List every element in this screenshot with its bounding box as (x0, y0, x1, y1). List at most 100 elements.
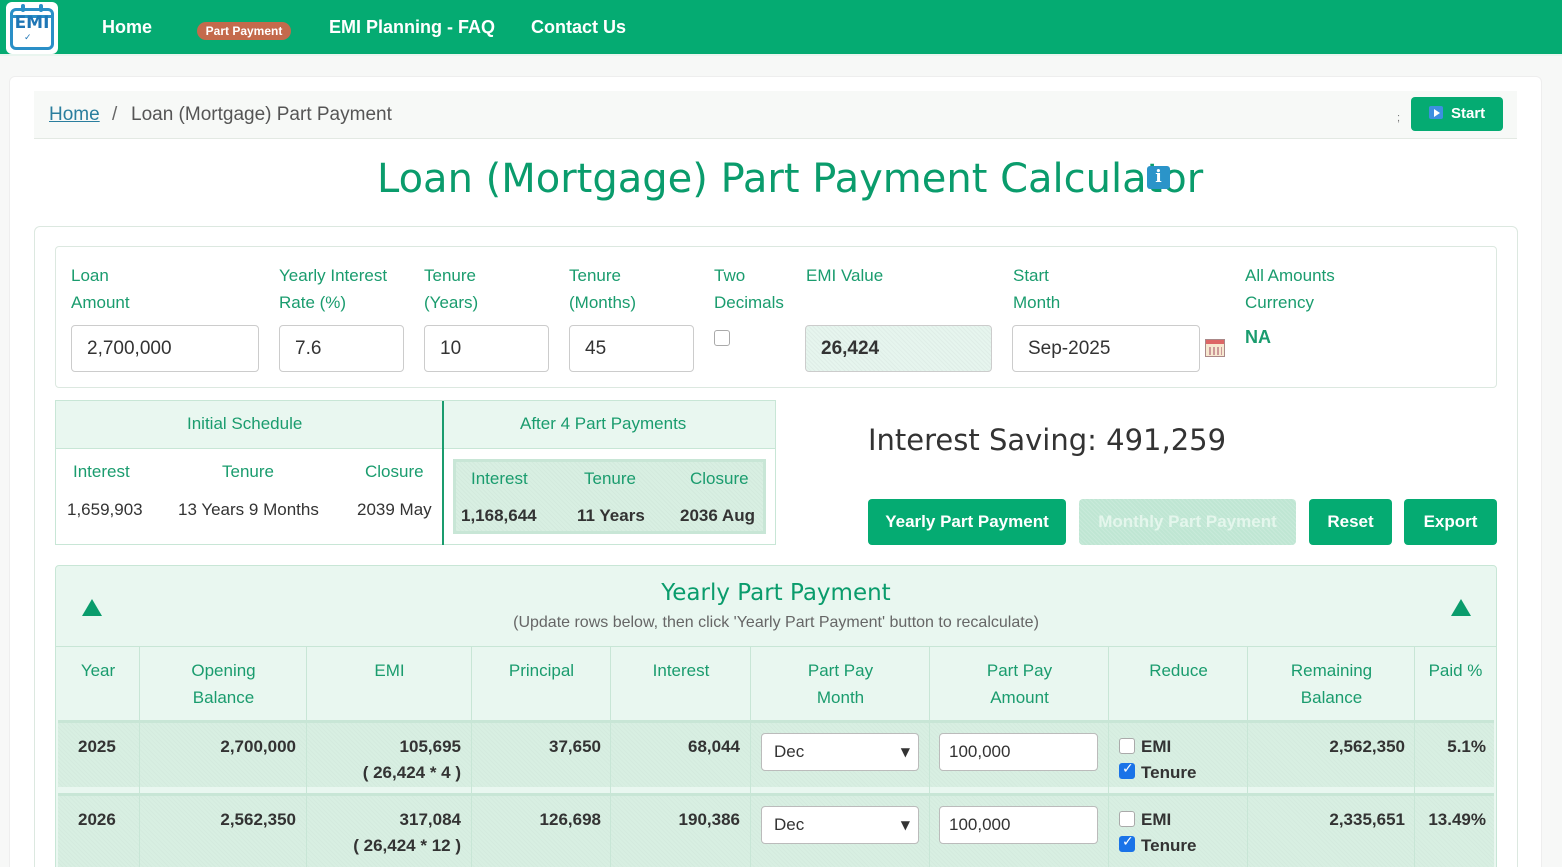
currency-label-1: All Amounts (1245, 266, 1335, 285)
breadcrumb-current: Loan (Mortgage) Part Payment (131, 104, 392, 125)
reset-button[interactable]: Reset (1309, 499, 1392, 545)
column-divider (1247, 646, 1248, 867)
export-button[interactable]: Export (1404, 499, 1497, 545)
rate-label-2: Rate (%) (279, 293, 347, 312)
row1-paid: 5.1% (1447, 737, 1486, 756)
after-tenure-value: 11 Years (577, 506, 645, 525)
interest-saving: Interest Saving: 491,259 (868, 423, 1227, 457)
loan-amount-label-1: Loan (71, 266, 109, 285)
tenure-months-input[interactable]: 45 (569, 325, 694, 372)
column-divider (1108, 646, 1109, 867)
nav-contact[interactable]: Contact Us (531, 17, 626, 38)
tenure-months-label-1: Tenure (569, 266, 621, 285)
two-decimals-label-2: Decimals (714, 293, 784, 312)
schedule-divider (442, 401, 444, 545)
breadcrumb-home-link[interactable]: Home (49, 104, 100, 126)
chevron-down-icon: ▼ (900, 745, 910, 759)
row1-part-pay-month-select[interactable]: Dec ▼ (761, 733, 919, 771)
after-tenure-label: Tenure (584, 469, 636, 488)
column-divider (929, 646, 930, 867)
yearly-table-title: Yearly Part Payment (661, 580, 891, 606)
initial-interest-label: Interest (73, 462, 130, 481)
loan-amount-label-2: Amount (71, 293, 130, 312)
tenure-months-label-2: (Months) (569, 293, 637, 312)
nav-part-payment[interactable]: Part Payment (197, 22, 291, 40)
row2-emi: 317,084 (399, 810, 461, 829)
after-closure-label: Closure (690, 469, 749, 488)
header-part-pay-amount: Part Pay Amount (986, 661, 1053, 707)
top-nav: EMI ✓ Home Part Payment EMI Planning - F… (0, 0, 1562, 56)
header-paid-percent: Paid % (1428, 661, 1483, 680)
row2-remaining: 2,335,651 (1329, 810, 1405, 829)
monthly-part-payment-button[interactable]: Monthly Part Payment (1079, 499, 1296, 545)
header-interest: Interest (652, 661, 710, 680)
header-remaining-balance: Remaining Balance (1290, 661, 1373, 707)
row2-opening: 2,562,350 (220, 810, 296, 829)
row1-reduce-emi-label: EMI (1141, 737, 1172, 756)
after-closure-value: 2036 Aug (680, 506, 755, 525)
header-part-pay-month: Part Pay Month (807, 661, 874, 707)
after-interest-value: 1,168,644 (461, 506, 537, 525)
breadcrumb-separator: / (112, 104, 118, 125)
two-decimals-label-1: Two (714, 266, 746, 285)
breadcrumb-semicolon: ; (1397, 112, 1401, 124)
row2-reduce-emi-checkbox[interactable] (1119, 811, 1135, 827)
row2-part-pay-amount-input[interactable]: 100,000 (939, 806, 1098, 844)
currency-label-2: Currency (1245, 293, 1314, 312)
header-principal: Principal (508, 661, 575, 680)
emi-logo-icon[interactable]: EMI ✓ (6, 2, 58, 54)
chevron-down-icon: ▼ (900, 818, 910, 832)
start-month-label-2: Month (1013, 293, 1061, 312)
column-divider (471, 646, 472, 867)
initial-schedule-title: Initial Schedule (187, 414, 303, 433)
calendar-icon[interactable] (1205, 339, 1225, 357)
header-opening-balance: Opening Balance (191, 661, 256, 707)
logo-text: EMI (14, 13, 50, 33)
loan-amount-input[interactable]: 2,700,000 (71, 325, 259, 372)
header-reduce: Reduce (1149, 661, 1208, 680)
row2-paid: 13.49% (1428, 810, 1486, 829)
nav-faq[interactable]: EMI Planning - FAQ (329, 17, 495, 38)
row1-part-pay-amount-input[interactable]: 100,000 (939, 733, 1098, 771)
tenure-years-label-2: (Years) (424, 293, 479, 312)
two-decimals-checkbox[interactable] (714, 330, 730, 346)
emi-value-field: 26,424 (805, 325, 992, 372)
interest-rate-input[interactable]: 7.6 (279, 325, 404, 372)
row2-emi-detail: ( 26,424 * 12 ) (353, 836, 461, 855)
start-label: Start (1451, 105, 1486, 122)
row2-part-pay-month-select[interactable]: Dec ▼ (761, 806, 919, 844)
row1-emi-detail: ( 26,424 * 4 ) (362, 763, 461, 782)
column-divider (610, 646, 611, 867)
column-divider (1414, 646, 1415, 867)
start-button[interactable]: Start (1411, 97, 1503, 131)
initial-closure-value: 2039 May (357, 500, 432, 519)
row1-reduce-emi-checkbox[interactable] (1119, 738, 1135, 754)
row1-remaining: 2,562,350 (1329, 737, 1405, 756)
initial-tenure-value: 13 Years 9 Months (178, 500, 319, 519)
after-schedule-title: After 4 Part Payments (520, 414, 687, 433)
row1-interest: 68,044 (688, 737, 740, 756)
row1-emi: 105,695 (399, 737, 461, 756)
tenure-years-input[interactable]: 10 (424, 325, 549, 372)
currency-value[interactable]: NA (1245, 327, 1271, 348)
nav-home[interactable]: Home (102, 17, 152, 38)
emi-label: EMI Value (806, 266, 884, 285)
row2-interest: 190,386 (678, 810, 740, 829)
row1-reduce-tenure-label: Tenure (1141, 763, 1197, 782)
yearly-table-subtitle: (Update rows below, then click 'Yearly P… (513, 614, 1039, 631)
column-divider (750, 646, 751, 867)
start-month-label-1: Start (1013, 266, 1049, 285)
play-icon (1429, 106, 1443, 119)
row2-reduce-emi-label: EMI (1141, 810, 1172, 829)
start-month-input[interactable]: Sep-2025 (1012, 325, 1200, 372)
row1-principal: 37,650 (549, 737, 601, 756)
yearly-part-payment-button[interactable]: Yearly Part Payment (868, 499, 1066, 545)
row2-year: 2026 (78, 810, 116, 829)
info-icon[interactable]: i (1147, 166, 1170, 189)
column-divider (306, 646, 307, 867)
initial-interest-value: 1,659,903 (67, 500, 143, 519)
rate-label-1: Yearly Interest (279, 266, 388, 285)
row1-year: 2025 (78, 737, 116, 756)
row1-reduce-tenure-checkbox[interactable] (1119, 761, 1135, 779)
row2-reduce-tenure-checkbox[interactable] (1119, 834, 1135, 852)
